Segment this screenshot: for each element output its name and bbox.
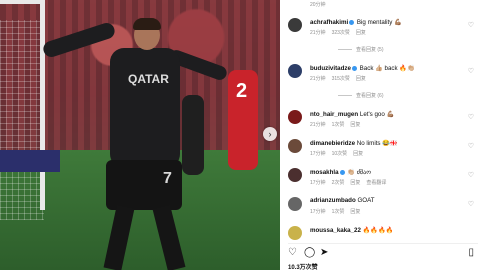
comment-username[interactable]: nto_hair_mugen <box>310 111 358 118</box>
opponent-number: 2 <box>236 80 248 102</box>
avatar[interactable] <box>288 139 302 153</box>
avatar[interactable] <box>288 168 302 182</box>
comment-time: 21分钟 <box>310 76 326 82</box>
comment-like-heart-icon[interactable]: ♡ <box>468 200 474 208</box>
view-replies-button[interactable]: 查看回复 (5) <box>338 46 384 53</box>
comment-like-heart-icon[interactable]: ♡ <box>468 113 474 121</box>
opponent-player-2: 2 <box>228 70 258 170</box>
comment-username[interactable]: achrafhakimi <box>310 19 348 26</box>
comment-like-heart-icon[interactable]: ♡ <box>468 142 474 150</box>
player-leg-left <box>103 204 135 270</box>
comment-time: 17分钟 <box>310 209 326 215</box>
comment-likes: 315次赞 <box>331 76 350 82</box>
post-photo: 2 QATAR 7 › <box>0 0 280 270</box>
comment-text: Let's goo 💪🏽 <box>359 111 395 118</box>
comment-icon[interactable]: ◯ <box>304 247 315 258</box>
comment-like-heart-icon[interactable]: ♡ <box>468 67 474 75</box>
comment-username[interactable]: adrianzumbado <box>310 197 356 204</box>
comment-like-heart-icon[interactable]: ♡ <box>468 21 474 29</box>
verified-badge-icon <box>339 169 345 175</box>
comment-username[interactable]: moussa_kaka_22 <box>310 227 361 234</box>
bookmark-icon[interactable]: ▯ <box>468 247 474 258</box>
shirt-sponsor: QATAR <box>128 72 169 86</box>
comment-time: 21分钟 <box>310 122 326 128</box>
chevron-right-icon: › <box>268 129 272 139</box>
reply-button[interactable]: 回复 <box>353 151 363 157</box>
comment-likes: 10次赞 <box>331 151 348 157</box>
comment-like-heart-icon[interactable]: ♡ <box>468 171 474 179</box>
comment-username[interactable]: buduzivitadze <box>310 65 351 72</box>
avatar[interactable] <box>288 110 302 124</box>
comment-time: 17分钟 <box>310 180 326 186</box>
comment-likes: 2次赞 <box>331 180 345 186</box>
reply-button[interactable]: 回复 <box>350 122 360 128</box>
player-torso <box>110 48 180 168</box>
verified-badge-icon <box>349 19 355 25</box>
player-leg-right <box>152 204 186 270</box>
avatar[interactable] <box>288 197 302 211</box>
comment-time: 20分钟 <box>310 2 326 8</box>
shorts-number: 7 <box>163 170 172 187</box>
comment-likes: 1次赞 <box>331 209 345 215</box>
comment-text: 🔥🔥🔥🔥 <box>362 227 394 234</box>
see-translation-button[interactable]: 查看翻译 <box>366 180 386 186</box>
player-hair <box>133 18 161 30</box>
reply-button[interactable]: 回复 <box>356 30 366 36</box>
comment-likes: 323次赞 <box>331 30 350 36</box>
heart-icon[interactable]: ♡ <box>288 247 297 258</box>
carousel-next-button[interactable]: › <box>263 127 277 141</box>
verified-badge-icon <box>351 65 357 71</box>
avatar[interactable] <box>288 18 302 32</box>
view-replies-button[interactable]: 查看回复 (6) <box>338 92 384 99</box>
post-actions-bar: ♡ ◯ ➤ ▯ <box>288 243 478 260</box>
comment-username[interactable]: mosakhla <box>310 169 339 176</box>
comment-username[interactable]: dimanebieridze <box>310 140 355 147</box>
comment-text: Big mentality 💪🏽 <box>356 19 402 26</box>
comment-text: GOAT <box>357 197 375 204</box>
reply-button[interactable]: 回复 <box>350 180 360 186</box>
avatar[interactable] <box>288 64 302 78</box>
advertising-board <box>0 150 60 172</box>
avatar[interactable] <box>288 226 302 240</box>
reply-button[interactable]: 回复 <box>350 209 360 215</box>
comments-panel[interactable]: 20分钟 achrafhakimi Big mentality 💪🏽 21分钟 3… <box>280 0 480 271</box>
send-icon[interactable]: ➤ <box>320 247 328 258</box>
comment-text: No limits 😂🇬🇪 <box>356 140 398 147</box>
reply-button[interactable]: 回复 <box>356 76 366 82</box>
comment-text: 👏🏼 ძმაო <box>347 169 372 176</box>
comment-text: Back 👍🏼 back 🔥👏🏼 <box>359 65 415 72</box>
goal-post <box>40 0 45 210</box>
goal-net <box>0 20 44 220</box>
comment-time: 17分钟 <box>310 151 326 157</box>
goal-crossbar <box>0 0 45 4</box>
comment-time: 21分钟 <box>310 30 326 36</box>
comment-likes: 1次赞 <box>331 122 345 128</box>
celebrating-player: QATAR 7 <box>41 18 229 270</box>
